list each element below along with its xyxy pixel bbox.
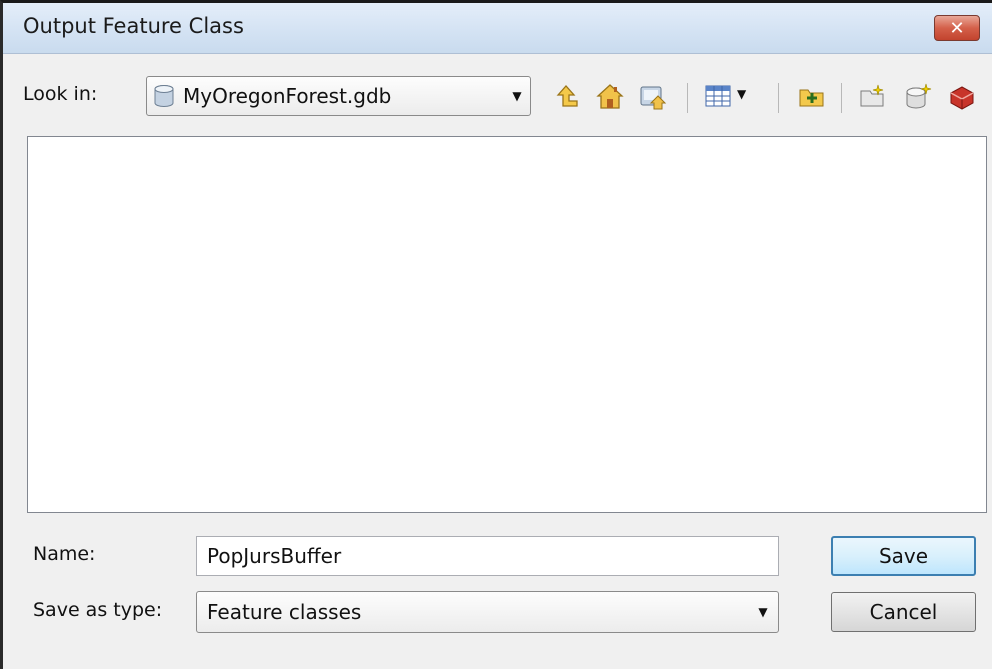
toolbox-icon[interactable]: [947, 81, 977, 111]
toolbar-divider: [841, 83, 842, 113]
home-icon[interactable]: [595, 81, 625, 111]
close-icon: ✕: [949, 17, 965, 39]
toolbar-divider: [687, 83, 688, 113]
save-as-type-dropdown[interactable]: Feature classes ▼: [196, 591, 779, 633]
save-as-type-label: Save as type:: [33, 599, 163, 621]
new-item-icon[interactable]: [857, 81, 887, 111]
name-label: Name:: [33, 543, 96, 565]
toolbar: ▼: [3, 81, 992, 113]
toolbar-divider: [778, 83, 779, 113]
name-input[interactable]: PopJursBuffer: [196, 536, 779, 576]
catalog-contents-pane[interactable]: [27, 136, 987, 513]
view-list-icon[interactable]: [703, 81, 733, 111]
cancel-button[interactable]: Cancel: [831, 592, 976, 632]
new-database-icon[interactable]: [903, 81, 933, 111]
save-as-type-value: Feature classes: [207, 600, 362, 624]
dialog-title: Output Feature Class: [23, 14, 244, 38]
view-menu-chevron-icon[interactable]: ▼: [737, 87, 746, 101]
up-one-level-icon[interactable]: [551, 81, 581, 111]
output-feature-class-dialog: Output Feature Class ✕ Look in: MyOregon…: [0, 0, 992, 669]
chevron-down-icon: ▼: [758, 605, 768, 619]
new-folder-icon[interactable]: [797, 81, 827, 111]
title-bar[interactable]: Output Feature Class ✕: [3, 3, 992, 54]
close-button[interactable]: ✕: [934, 15, 980, 41]
connect-folder-icon[interactable]: [637, 81, 667, 111]
save-button[interactable]: Save: [831, 536, 976, 576]
